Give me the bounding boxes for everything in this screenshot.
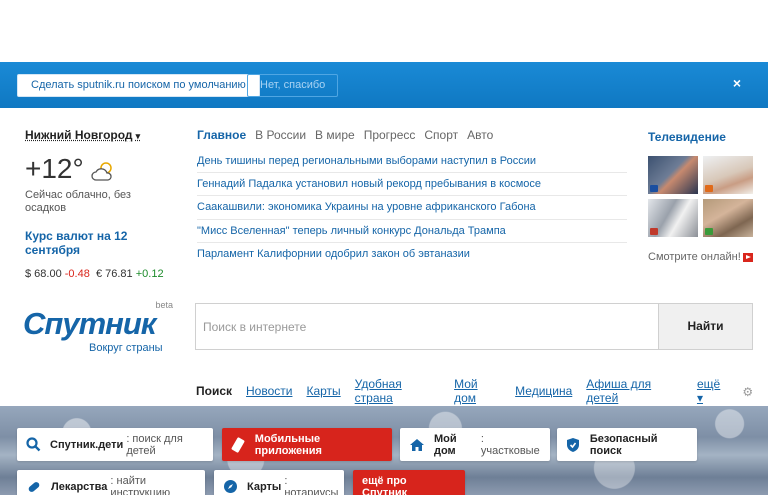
search-box: Найти — [195, 303, 753, 350]
search-input[interactable] — [196, 304, 658, 349]
news-tabs: Главное В России В мире Прогресс Спорт А… — [197, 128, 627, 142]
watch-online-link[interactable]: Смотрите онлайн! — [648, 251, 756, 263]
channel-logo-icon — [705, 228, 713, 235]
tile-title: Лекарства — [51, 480, 108, 493]
tab-sport[interactable]: Спорт — [424, 128, 458, 142]
play-icon — [742, 252, 753, 262]
channel-logo-icon — [705, 185, 713, 192]
tab-auto[interactable]: Авто — [467, 128, 493, 142]
tile-medicines[interactable]: Лекарства: найти инструкцию — [17, 470, 205, 495]
tile-title: Карты — [247, 480, 282, 493]
nav-maps[interactable]: Карты — [306, 384, 340, 398]
search-button[interactable]: Найти — [658, 304, 752, 349]
nav-more[interactable]: ещё ▾ — [697, 377, 728, 405]
tv-thumbnail[interactable] — [703, 199, 753, 237]
eur-change: +0.12 — [135, 268, 164, 280]
tile-text: : найти инструкцию — [110, 474, 171, 495]
nav-search[interactable]: Поиск — [196, 384, 232, 398]
temperature: +12° — [25, 152, 185, 186]
tile-text: : поиск для детей — [126, 432, 183, 457]
news-item[interactable]: Геннадий Падалка установил новый рекорд … — [197, 173, 627, 197]
news-item[interactable]: Саакашвили: экономика Украины на уровне … — [197, 196, 627, 220]
tile-safe-search[interactable]: Безопасный поиск — [557, 428, 697, 461]
eur-rate: € 76.81 — [95, 268, 133, 280]
make-default-button[interactable]: Сделать sputnik.ru поиском по умолчанию — [17, 74, 260, 97]
tv-thumbnail[interactable] — [703, 156, 753, 194]
tile-title: ещё про Спутник — [362, 474, 408, 495]
tile-kids-search[interactable]: Спутник.дети: поиск для детей — [17, 428, 213, 461]
news-item[interactable]: Парламент Калифорнии одобрил закон об эв… — [197, 243, 627, 266]
tv-thumbnail[interactable] — [648, 199, 698, 237]
news-item[interactable]: День тишины перед региональными выборами… — [197, 155, 627, 173]
shield-icon — [566, 437, 581, 453]
logo-tagline: Вокруг страны — [89, 342, 163, 354]
usd-rate: $ 68.00 — [25, 268, 62, 280]
tile-title: Мобильные приложения — [254, 432, 322, 457]
tile-more-about-sputnik[interactable]: ещё про Спутник — [353, 470, 465, 495]
nav-my-home[interactable]: Мой дом — [454, 377, 501, 405]
tile-text: : участковые — [480, 432, 540, 457]
nav-news[interactable]: Новости — [246, 384, 292, 398]
logo-name: Спутник — [23, 306, 156, 341]
tab-progress[interactable]: Прогресс — [364, 128, 416, 142]
nav-convenient-country[interactable]: Удобная страна — [355, 377, 440, 405]
nav-kids-events[interactable]: Афиша для детей — [586, 377, 683, 405]
home-icon — [409, 437, 425, 453]
weather-panel: Нижний Новгород ▾ +12° Сейчас облачно, бе… — [25, 128, 185, 280]
cloudy-weather-icon — [90, 158, 116, 181]
tile-text: : нотариусы — [284, 474, 339, 495]
tile-title: Спутник.дети — [50, 438, 124, 451]
search-icon — [26, 437, 41, 453]
news-list: День тишины перед региональными выборами… — [197, 155, 627, 266]
promo-area: Спутник.дети: поиск для детей Мобильные … — [0, 406, 768, 495]
channel-logo-icon — [650, 185, 658, 192]
exchange-rates: $ 68.00 -0.48 € 76.81 +0.12 — [25, 268, 185, 280]
chevron-down-icon[interactable]: ▾ — [136, 131, 141, 141]
tab-main[interactable]: Главное — [197, 128, 246, 142]
tile-title: Мой дом — [434, 432, 457, 457]
city-name[interactable]: Нижний Новгород — [25, 128, 133, 142]
tv-panel: Телевидение Смотрите онлайн! — [648, 130, 756, 263]
services-nav: Поиск Новости Карты Удобная страна Мой д… — [196, 377, 768, 405]
pill-icon — [26, 479, 42, 495]
sputnik-logo[interactable]: beta Спутник Вокруг страны — [23, 300, 183, 356]
tab-world[interactable]: В мире — [315, 128, 355, 142]
city-selector[interactable]: Нижний Новгород ▾ — [25, 128, 185, 142]
phone-icon — [231, 436, 246, 453]
nav-medicine[interactable]: Медицина — [515, 384, 572, 398]
temperature-value: +12° — [25, 153, 84, 184]
tv-thumbnail[interactable] — [648, 156, 698, 194]
tv-thumbnails — [648, 156, 756, 237]
tile-my-home[interactable]: Мой дом : участковые — [400, 428, 550, 461]
usd-change: -0.48 — [64, 268, 90, 280]
weather-description: Сейчас облачно, без осадков — [25, 189, 131, 214]
top-spacer — [0, 0, 768, 62]
tv-title[interactable]: Телевидение — [648, 130, 756, 144]
beta-label: beta — [155, 300, 173, 310]
close-icon[interactable]: × — [733, 75, 741, 91]
watch-online-label: Смотрите онлайн! — [648, 251, 741, 263]
compass-icon — [223, 479, 238, 495]
tile-title: Безопасный поиск — [589, 432, 658, 457]
tile-mobile-apps[interactable]: Мобильные приложения — [222, 428, 392, 461]
tile-maps[interactable]: Карты: нотариусы — [214, 470, 344, 495]
tab-russia[interactable]: В России — [255, 128, 306, 142]
default-search-banner: Сделать sputnik.ru поиском по умолчанию … — [0, 62, 768, 108]
news-panel: Главное В России В мире Прогресс Спорт А… — [197, 128, 627, 266]
channel-logo-icon — [650, 228, 658, 235]
news-item[interactable]: "Мисс Вселенная" теперь личный конкурс Д… — [197, 220, 627, 243]
exchange-rates-title[interactable]: Курс валют на 12 сентября — [25, 229, 185, 257]
gear-icon[interactable]: ⚙ — [742, 385, 754, 399]
no-thanks-button[interactable]: Нет, спасибо — [247, 74, 339, 97]
nav-more-label: ещё — [696, 377, 721, 391]
